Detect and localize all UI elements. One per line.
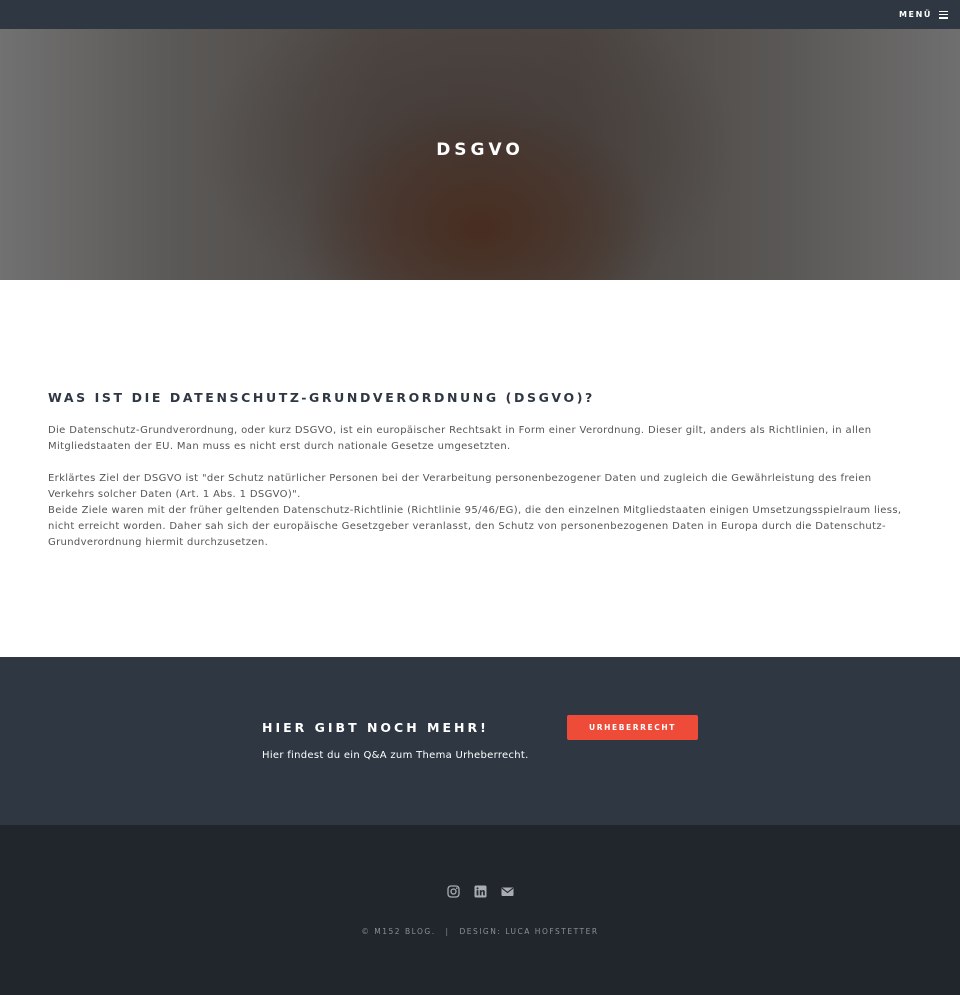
- hero-title: DSGVO: [436, 139, 524, 160]
- cta-title: HIER GIBT NOCH MEHR!: [262, 720, 489, 735]
- article-paragraph: Erklärtes Ziel der DSGVO ist "der Schutz…: [48, 473, 872, 500]
- hero-banner: DSGVO: [0, 29, 960, 280]
- menu-label: MENÜ: [898, 10, 932, 19]
- cta-subtitle: Hier findest du ein Q&A zum Thema Urhebe…: [262, 750, 529, 761]
- envelope-icon[interactable]: [501, 883, 514, 896]
- instagram-icon[interactable]: [446, 883, 460, 898]
- urheberrecht-button[interactable]: URHEBERRECHT: [567, 715, 698, 740]
- copyright-label: © M152 BLOG.: [361, 927, 436, 936]
- top-navbar: MENÜ: [0, 0, 960, 29]
- article-section: WAS IST DIE DATENSCHUTZ-GRUNDVERORDNUNG …: [0, 280, 960, 657]
- footer-separator: |: [445, 927, 450, 936]
- menu-button[interactable]: MENÜ: [899, 10, 948, 19]
- article-paragraph: Beide Ziele waren mit der früher geltend…: [48, 505, 902, 548]
- cta-section: HIER GIBT NOCH MEHR! Hier findest du ein…: [0, 657, 960, 825]
- copyright-text: © M152 BLOG. | DESIGN: LUCA HOFSTETTER: [0, 927, 960, 936]
- design-credit: DESIGN: LUCA HOFSTETTER: [459, 927, 599, 936]
- linkedin-icon[interactable]: [474, 883, 487, 898]
- article-paragraph: Die Datenschutz-Grundverordnung, oder ku…: [48, 425, 872, 452]
- article-body: Die Datenschutz-Grundverordnung, oder ku…: [48, 423, 912, 551]
- hamburger-icon: [939, 10, 948, 19]
- footer: © M152 BLOG. | DESIGN: LUCA HOFSTETTER: [0, 825, 960, 995]
- article-title: WAS IST DIE DATENSCHUTZ-GRUNDVERORDNUNG …: [48, 390, 595, 405]
- social-links: [0, 883, 960, 898]
